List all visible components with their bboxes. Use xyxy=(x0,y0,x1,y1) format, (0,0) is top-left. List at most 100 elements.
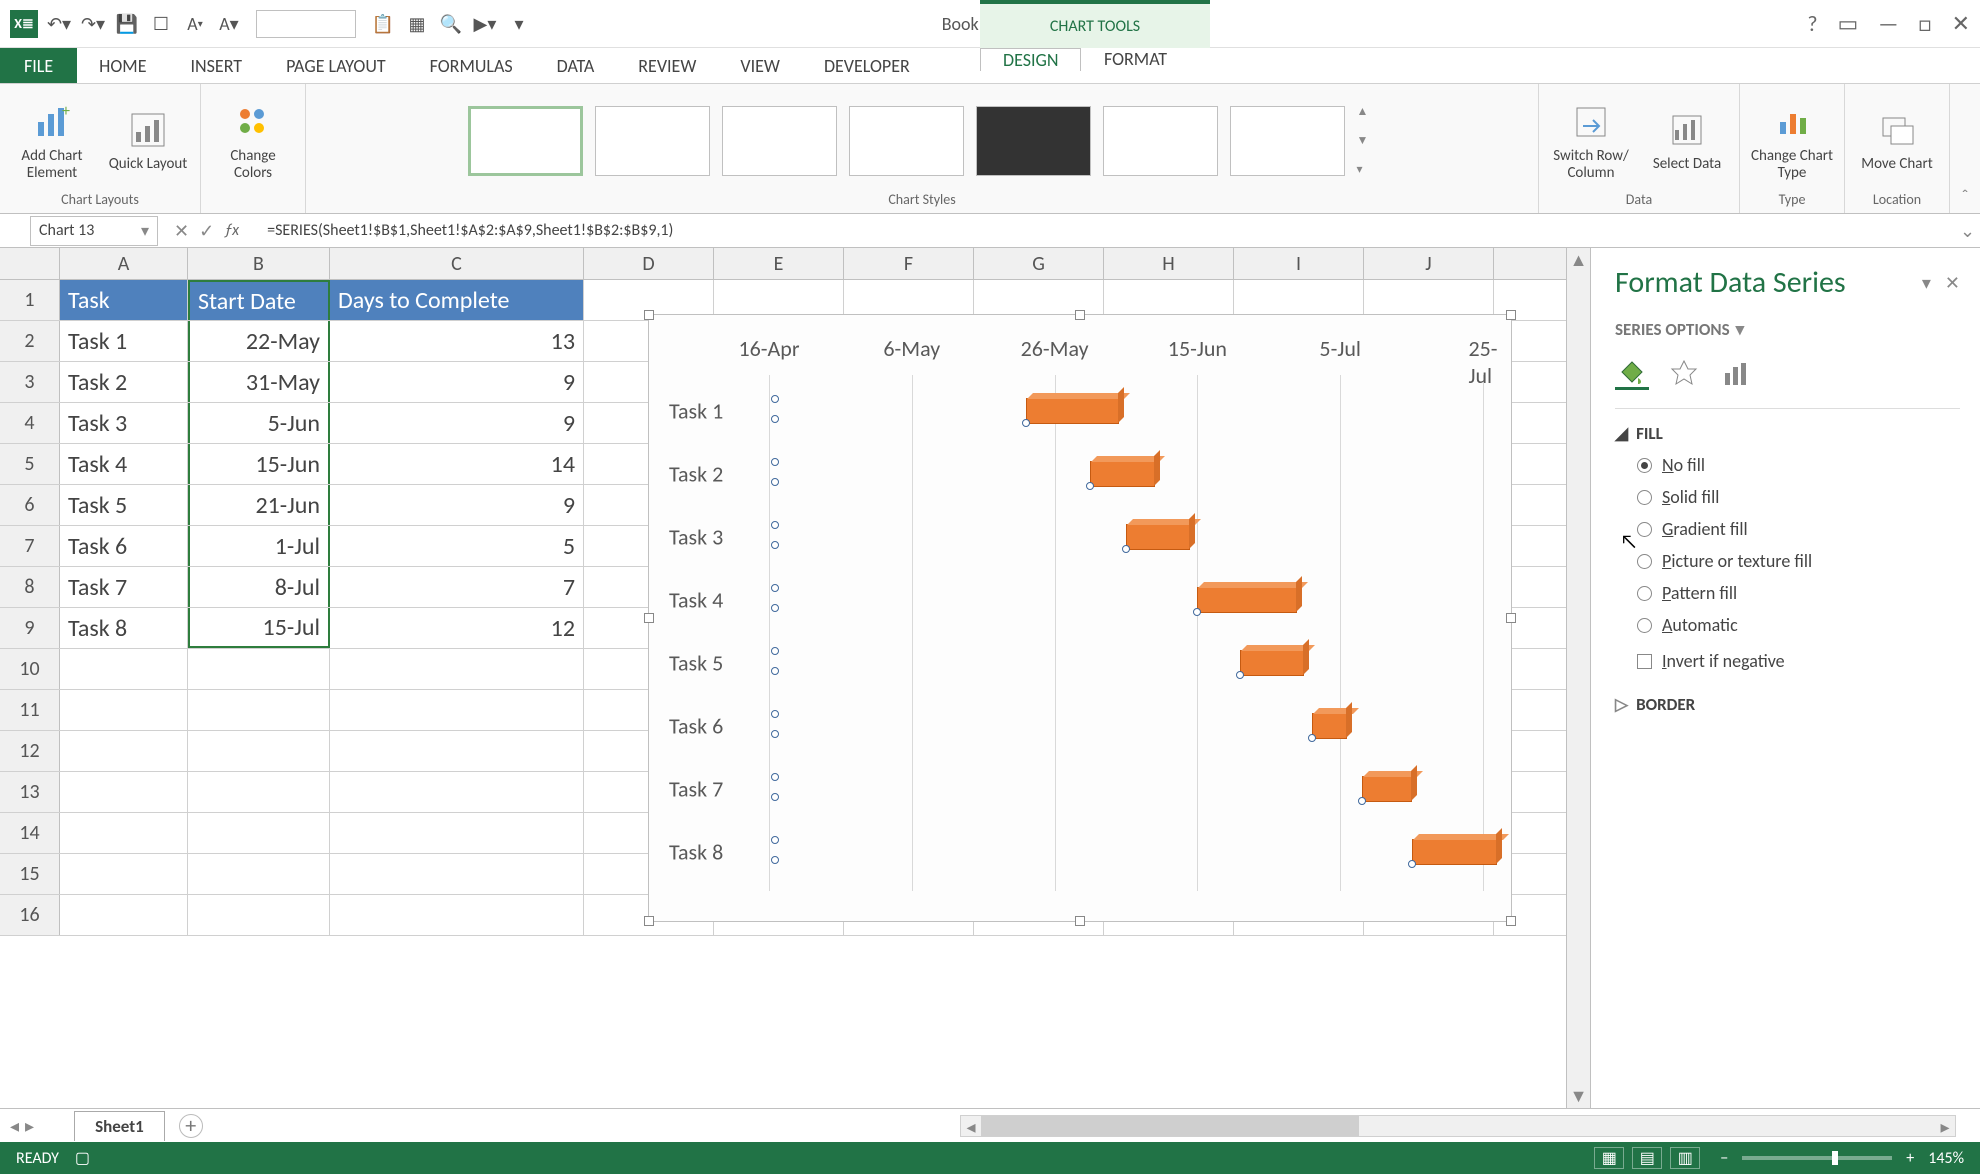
select-all-corner[interactable] xyxy=(0,248,60,279)
chart-plot-area[interactable]: 16-Apr6-May26-May15-Jun5-Jul25-JulTask 1… xyxy=(669,335,1491,901)
cell[interactable] xyxy=(60,731,188,771)
tab-insert[interactable]: INSERT xyxy=(168,48,264,83)
series-options-tab[interactable] xyxy=(1719,356,1753,390)
font-size-dec-button[interactable]: A▾ xyxy=(182,11,208,37)
quick-layout-button[interactable]: Quick Layout xyxy=(106,108,190,173)
chart-bar[interactable] xyxy=(1197,587,1297,613)
col-header-A[interactable]: A xyxy=(60,248,188,279)
scroll-up-button[interactable]: ▲ xyxy=(1567,248,1590,272)
row-header-14[interactable]: 14 xyxy=(0,813,60,853)
cell[interactable]: 15-Jun xyxy=(188,444,330,484)
cell[interactable]: 12 xyxy=(330,608,584,648)
switch-row-column-button[interactable]: Switch Row/ Column xyxy=(1549,100,1633,181)
enter-formula-button[interactable]: ✓ xyxy=(199,220,214,242)
cell[interactable]: Task 4 xyxy=(60,444,188,484)
fx-label[interactable]: ƒx xyxy=(224,221,239,240)
page-break-view-button[interactable]: ▥ xyxy=(1670,1147,1700,1169)
row-header-1[interactable]: 1 xyxy=(0,280,60,320)
chart-bar[interactable] xyxy=(1362,776,1412,802)
border-section-header[interactable]: ▷BORDER xyxy=(1615,694,1960,715)
chart-style-5[interactable] xyxy=(976,106,1091,176)
chart-bar[interactable] xyxy=(1126,524,1190,550)
styles-more[interactable]: ▾ xyxy=(1357,162,1377,177)
zoom-level[interactable]: 145% xyxy=(1928,1149,1964,1168)
col-header-E[interactable]: E xyxy=(714,248,844,279)
close-button[interactable]: ✕ xyxy=(1952,10,1970,37)
chart-style-7[interactable] xyxy=(1230,106,1345,176)
fill-section-header[interactable]: ◢FILL xyxy=(1615,423,1960,444)
invert-if-negative-checkbox[interactable]: Invert if negative xyxy=(1637,650,1960,672)
font-size-inc-button[interactable]: A▾ xyxy=(216,11,242,37)
paste-button[interactable]: 📋 xyxy=(370,11,396,37)
cell[interactable]: Task 8 xyxy=(60,608,188,648)
tab-formulas[interactable]: FORMULAS xyxy=(408,48,535,83)
cell[interactable] xyxy=(330,772,584,812)
col-header-I[interactable]: I xyxy=(1234,248,1364,279)
tab-page-layout[interactable]: PAGE LAYOUT xyxy=(264,48,408,83)
row-header-15[interactable]: 15 xyxy=(0,854,60,894)
row-header-16[interactable]: 16 xyxy=(0,895,60,935)
col-header-C[interactable]: C xyxy=(330,248,584,279)
tab-file[interactable]: FILE xyxy=(0,48,77,83)
cell[interactable]: 9 xyxy=(330,362,584,402)
sheet-nav-next[interactable]: ▸ xyxy=(25,1115,34,1137)
redo-button[interactable]: ↷▾ xyxy=(80,11,106,37)
chart-bar[interactable] xyxy=(1312,713,1348,739)
col-header-F[interactable]: F xyxy=(844,248,974,279)
cell[interactable]: Start Date xyxy=(188,280,330,320)
zoom-slider[interactable] xyxy=(1742,1156,1892,1160)
horizontal-scrollbar[interactable]: ◂ ▸ xyxy=(960,1115,1956,1137)
cell[interactable] xyxy=(188,731,330,771)
font-selector[interactable] xyxy=(256,10,356,38)
cell[interactable] xyxy=(188,649,330,689)
chart-style-2[interactable] xyxy=(595,106,710,176)
maximize-button[interactable]: □ xyxy=(1918,10,1931,37)
fill-line-tab[interactable] xyxy=(1615,356,1649,390)
cell[interactable]: Task 2 xyxy=(60,362,188,402)
cell[interactable]: 9 xyxy=(330,403,584,443)
series-options-dropdown[interactable]: SERIES OPTIONS ▾ xyxy=(1615,319,1960,340)
row-header-12[interactable]: 12 xyxy=(0,731,60,771)
new-sheet-button[interactable]: + xyxy=(179,1114,203,1138)
minimize-button[interactable]: — xyxy=(1878,10,1898,37)
cell[interactable]: Task xyxy=(60,280,188,320)
cell[interactable] xyxy=(330,731,584,771)
fill-option-radio[interactable]: Picture or texture fill xyxy=(1637,550,1960,572)
tab-format[interactable]: FORMAT xyxy=(1082,48,1189,70)
tab-developer[interactable]: DEVELOPER xyxy=(802,48,932,83)
cell[interactable]: Task 1 xyxy=(60,321,188,361)
row-header-2[interactable]: 2 xyxy=(0,321,60,361)
col-header-G[interactable]: G xyxy=(974,248,1104,279)
cell[interactable]: 14 xyxy=(330,444,584,484)
cell[interactable]: 1-Jul xyxy=(188,526,330,566)
cell[interactable]: 5 xyxy=(330,526,584,566)
cell[interactable] xyxy=(330,690,584,730)
change-colors-button[interactable]: Change Colors xyxy=(211,100,295,181)
col-header-D[interactable]: D xyxy=(584,248,714,279)
fill-option-radio[interactable]: Solid fill xyxy=(1637,486,1960,508)
pane-options-button[interactable]: ▾ xyxy=(1922,272,1931,294)
collapse-ribbon-button[interactable]: ˆ xyxy=(1950,84,1980,213)
vertical-scrollbar[interactable]: ▲ ▼ xyxy=(1566,248,1590,1108)
zoom-out-button[interactable]: − xyxy=(1720,1149,1728,1168)
sheet-tab-sheet1[interactable]: Sheet1 xyxy=(74,1111,165,1141)
chart-style-3[interactable] xyxy=(722,106,837,176)
macro-record-icon[interactable]: ▢ xyxy=(75,1148,90,1168)
cell[interactable]: 21-Jun xyxy=(188,485,330,525)
cell[interactable]: Days to Complete xyxy=(330,280,584,320)
row-header-3[interactable]: 3 xyxy=(0,362,60,402)
row-header-5[interactable]: 5 xyxy=(0,444,60,484)
cell[interactable]: Task 3 xyxy=(60,403,188,443)
chart-bar[interactable] xyxy=(1026,398,1119,424)
pivottable-button[interactable]: ▦ xyxy=(404,11,430,37)
help-button[interactable]: ? xyxy=(1807,10,1817,37)
cell[interactable]: 15-Jul xyxy=(188,608,330,648)
select-data-button[interactable]: Select Data xyxy=(1645,108,1729,173)
tab-data[interactable]: DATA xyxy=(535,48,617,83)
fill-option-radio[interactable]: No fill xyxy=(1637,454,1960,476)
chart-style-4[interactable] xyxy=(849,106,964,176)
row-header-8[interactable]: 8 xyxy=(0,567,60,607)
cell[interactable] xyxy=(330,854,584,894)
sheet-nav-prev[interactable]: ◂ xyxy=(10,1115,19,1137)
save-button[interactable]: 💾 xyxy=(114,11,140,37)
